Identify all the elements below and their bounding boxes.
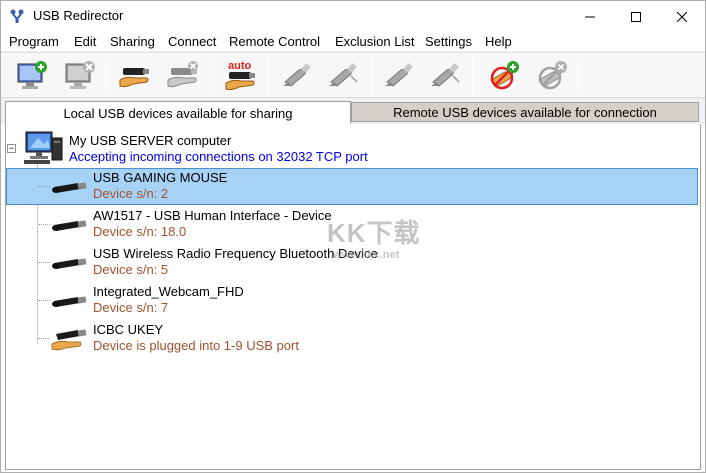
tree-connector bbox=[38, 186, 50, 187]
title-bar: USB Redirector bbox=[1, 1, 705, 32]
device-row[interactable]: AW1517 - USB Human Interface - Device De… bbox=[6, 206, 702, 243]
app-window: USB Redirector Program Edit Sharing Conn… bbox=[0, 0, 706, 473]
add-exclusion-icon bbox=[490, 61, 519, 90]
auto-share-button[interactable]: auto bbox=[223, 58, 259, 94]
connect-all-button[interactable] bbox=[381, 58, 417, 94]
device-detail: Device s/n: 5 bbox=[93, 262, 169, 277]
add-server-button[interactable] bbox=[14, 58, 50, 94]
tree-connector bbox=[38, 262, 50, 263]
device-row[interactable]: ICBC UKEY Device is plugged into 1-9 USB… bbox=[6, 320, 702, 357]
usb-device-icon bbox=[52, 258, 87, 269]
toolbar-separator bbox=[472, 57, 473, 95]
add-server-icon bbox=[17, 61, 47, 89]
toolbar-separator bbox=[268, 57, 269, 95]
device-name: AW1517 - USB Human Interface - Device bbox=[93, 208, 332, 223]
remove-exclusion-icon bbox=[538, 61, 567, 90]
menu-remote-control[interactable]: Remote Control bbox=[229, 34, 320, 49]
disconnect-all-button[interactable] bbox=[427, 58, 463, 94]
device-detail: Device is plugged into 1-9 USB port bbox=[93, 338, 299, 353]
disconnect-device-icon bbox=[329, 63, 358, 87]
server-title: My USB SERVER computer bbox=[69, 133, 232, 148]
tab-remote-label: Remote USB devices available for connect… bbox=[393, 104, 657, 120]
menu-connect[interactable]: Connect bbox=[168, 34, 216, 49]
device-row[interactable]: USB Wireless Radio Frequency Bluetooth D… bbox=[6, 244, 702, 281]
device-name: USB Wireless Radio Frequency Bluetooth D… bbox=[93, 246, 378, 261]
device-name: ICBC UKEY bbox=[93, 322, 164, 337]
tree-connector bbox=[38, 300, 50, 301]
disconnect-all-icon bbox=[431, 63, 460, 87]
device-name: USB GAMING MOUSE bbox=[93, 170, 228, 185]
remove-exclusion-button[interactable] bbox=[533, 58, 569, 94]
toolbar: auto bbox=[1, 52, 705, 98]
minimize-icon bbox=[585, 16, 595, 17]
share-device-button[interactable] bbox=[117, 58, 153, 94]
shared-usb-device-icon bbox=[51, 329, 87, 351]
device-row[interactable]: Integrated_Webcam_FHD Device s/n: 7 bbox=[6, 282, 702, 319]
usb-device-icon bbox=[52, 220, 87, 231]
device-detail: Device s/n: 2 bbox=[93, 186, 169, 201]
menu-help[interactable]: Help bbox=[485, 34, 512, 49]
close-icon bbox=[677, 11, 687, 22]
usb-device-icon bbox=[52, 296, 87, 307]
server-node[interactable]: − My USB SERVER computer Accepting incom… bbox=[6, 128, 696, 168]
device-detail: Device s/n: 18.0 bbox=[93, 224, 187, 239]
add-exclusion-button[interactable] bbox=[485, 58, 521, 94]
menu-exclusion-list[interactable]: Exclusion List bbox=[335, 34, 414, 49]
auto-share-icon: auto bbox=[225, 60, 255, 91]
device-tree: − My USB SERVER computer Accepting incom… bbox=[5, 124, 701, 470]
menu-settings[interactable]: Settings bbox=[425, 34, 472, 49]
share-device-icon bbox=[119, 68, 149, 88]
disconnect-device-button[interactable] bbox=[325, 58, 361, 94]
tab-local-devices[interactable]: Local USB devices available for sharing bbox=[5, 101, 351, 125]
maximize-icon bbox=[631, 11, 641, 22]
toolbar-separator bbox=[577, 57, 578, 95]
usb-device-icon bbox=[52, 182, 87, 193]
tree-connector bbox=[38, 224, 50, 225]
menu-edit[interactable]: Edit bbox=[74, 34, 96, 49]
tab-strip: Remote USB devices available for connect… bbox=[1, 98, 705, 125]
usb-redirector-app-icon bbox=[10, 9, 24, 23]
tab-local-label: Local USB devices available for sharing bbox=[63, 106, 293, 121]
tree-connector bbox=[38, 338, 50, 339]
maximize-button[interactable] bbox=[613, 1, 659, 32]
unshare-device-icon bbox=[167, 61, 198, 88]
menu-bar: Program Edit Sharing Connect Remote Cont… bbox=[1, 32, 705, 52]
computer-icon bbox=[24, 131, 63, 164]
device-name: Integrated_Webcam_FHD bbox=[93, 284, 244, 299]
window-title: USB Redirector bbox=[33, 8, 124, 23]
close-button[interactable] bbox=[659, 1, 705, 32]
connect-all-icon bbox=[385, 63, 413, 87]
remove-server-icon bbox=[65, 61, 95, 89]
toolbar-separator bbox=[105, 57, 106, 95]
remove-server-button[interactable] bbox=[62, 58, 98, 94]
tree-collapse-toggle[interactable]: − bbox=[7, 144, 16, 153]
connect-device-button[interactable] bbox=[279, 58, 315, 94]
toolbar-separator bbox=[210, 57, 211, 95]
connect-device-icon bbox=[283, 63, 311, 87]
auto-label: auto bbox=[228, 60, 252, 72]
toolbar-separator bbox=[371, 57, 372, 95]
menu-program[interactable]: Program bbox=[9, 34, 59, 49]
minimize-button[interactable] bbox=[567, 1, 613, 32]
device-detail: Device s/n: 7 bbox=[93, 300, 169, 315]
tab-remote-devices[interactable]: Remote USB devices available for connect… bbox=[351, 102, 699, 122]
server-status: Accepting incoming connections on 32032 … bbox=[69, 149, 368, 164]
device-row[interactable]: USB GAMING MOUSE Device s/n: 2 bbox=[6, 168, 702, 205]
menu-sharing[interactable]: Sharing bbox=[110, 34, 155, 49]
unshare-device-button[interactable] bbox=[165, 58, 201, 94]
